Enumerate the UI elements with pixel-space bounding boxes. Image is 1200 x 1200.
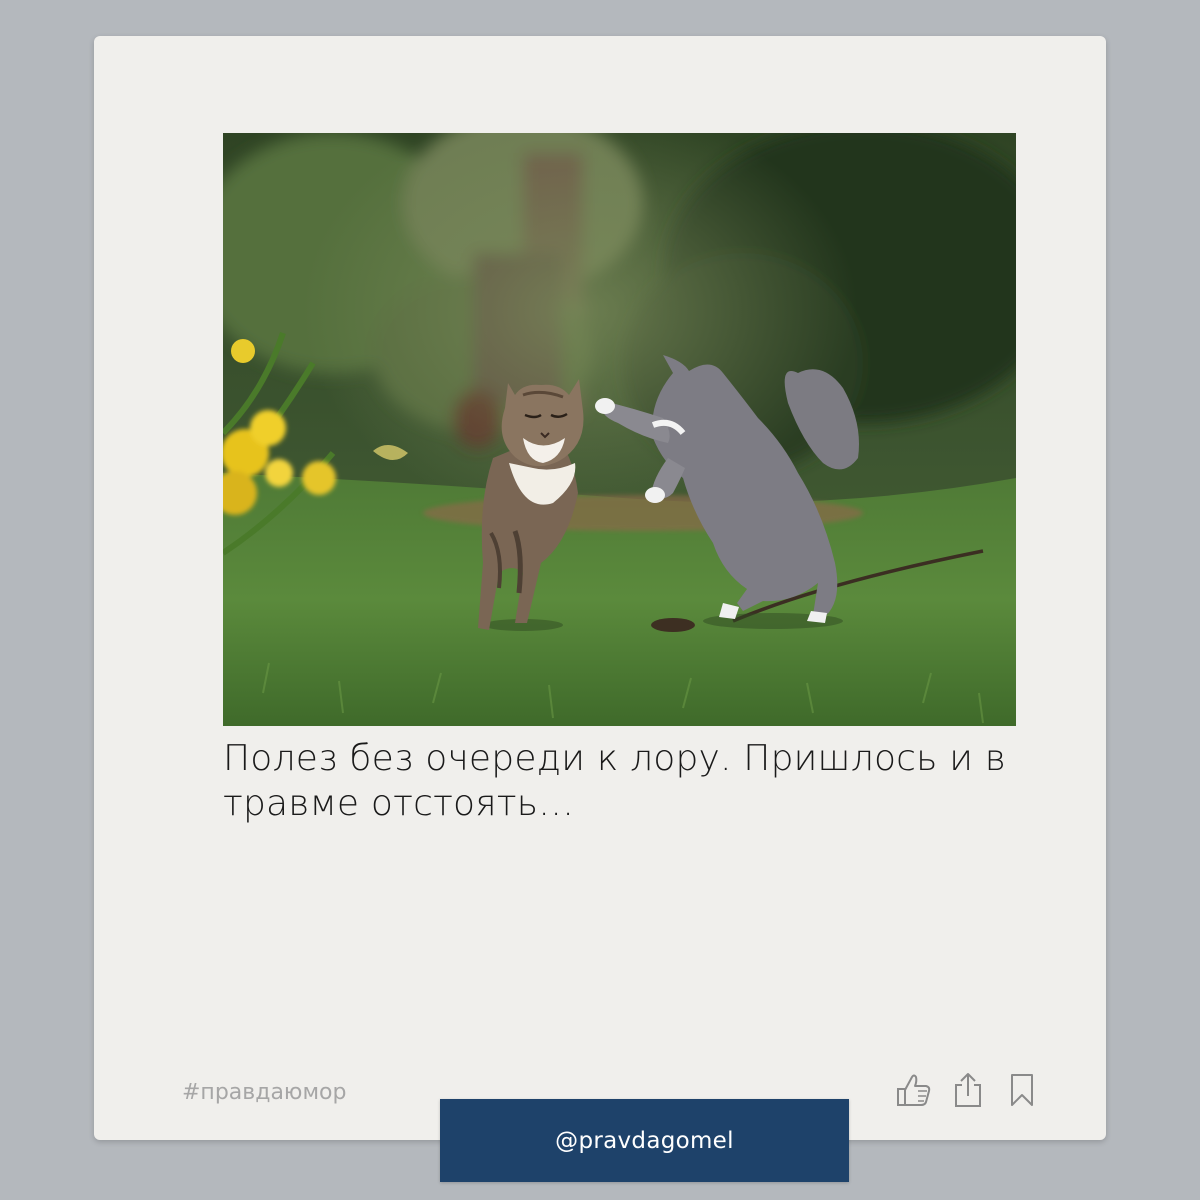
post-actions <box>896 1070 1040 1110</box>
share-icon <box>955 1073 981 1107</box>
account-handle-banner[interactable]: @pravdagomel <box>440 1099 849 1182</box>
thumbs-up-icon <box>897 1074 931 1106</box>
post-caption: Полез без очереди к лору. Пришлось и в т… <box>223 738 1007 824</box>
post-photo <box>223 133 1016 726</box>
bookmark-icon <box>1011 1074 1033 1106</box>
share-button[interactable] <box>950 1070 986 1110</box>
post-card: Полез без очереди к лору. Пришлось и в т… <box>94 36 1106 1140</box>
like-button[interactable] <box>896 1070 932 1110</box>
hashtag-link[interactable]: #правдаюмор <box>182 1080 346 1105</box>
account-handle: @pravdagomel <box>555 1127 734 1154</box>
bookmark-button[interactable] <box>1004 1070 1040 1110</box>
